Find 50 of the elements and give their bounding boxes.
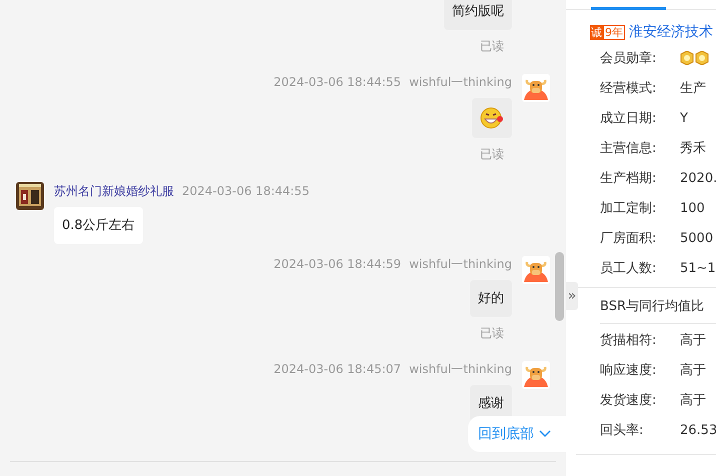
- chevron-down-icon: [539, 430, 551, 438]
- field-label: 发货速度:: [600, 392, 658, 409]
- field-label: 员工人数:: [600, 260, 658, 277]
- field-label: 主营信息:: [600, 140, 658, 157]
- years-badge: 9年: [603, 24, 625, 40]
- emoji-icon: [480, 106, 504, 130]
- read-status: 已读: [480, 146, 504, 162]
- field-label: 厂房面积:: [600, 230, 658, 247]
- field-value: 100: [680, 200, 705, 216]
- read-status: 已读: [480, 38, 504, 54]
- message-time: 2024-03-06 18:44:59: [274, 256, 402, 272]
- message-bubble: 好的: [470, 280, 512, 317]
- field-value: 高于: [680, 392, 706, 409]
- read-status: 已读: [480, 325, 504, 341]
- company-name[interactable]: 淮安经济技术: [629, 23, 713, 41]
- field-value: 高于: [680, 362, 706, 379]
- field-label: 生产档期:: [600, 170, 658, 187]
- avatar-icon: [522, 74, 550, 102]
- section-title: BSR与同行均值比: [600, 288, 716, 324]
- jump-to-bottom-button[interactable]: 回到底部: [468, 416, 566, 452]
- avatar-icon: [522, 256, 550, 284]
- message-time: 2024-03-06 18:44:55: [182, 183, 310, 199]
- field-value: 高于: [680, 332, 706, 349]
- message-time: 2024-03-06 18:45:07: [274, 361, 402, 377]
- medal-icon: [680, 51, 710, 65]
- sender-name: wishful一thinking: [409, 74, 512, 90]
- field-value: 生产: [680, 80, 706, 97]
- field-value: 26.53: [680, 422, 716, 438]
- message-bubble: 0.8公斤左右: [54, 207, 143, 244]
- field-value: 秀禾: [680, 140, 706, 157]
- message-bubble: 简约版呢: [444, 0, 512, 30]
- field-label: 经营模式:: [600, 80, 658, 97]
- field-value: 2020.: [680, 170, 716, 186]
- expand-button[interactable]: »: [566, 282, 578, 310]
- field-label: 会员勋章:: [600, 50, 658, 67]
- field-value: Y: [680, 110, 688, 126]
- sender-name: wishful一thinking: [409, 256, 512, 272]
- sender-name: wishful一thinking: [409, 361, 512, 377]
- field-value: 51~1: [680, 260, 716, 276]
- integrity-badge: 诚: [590, 24, 603, 40]
- field-label: 回头率:: [600, 422, 644, 439]
- field-value: 5000: [680, 230, 714, 246]
- field-label: 货描相符:: [600, 332, 658, 349]
- field-label: 响应速度:: [600, 362, 658, 379]
- message-time: 2024-03-06 18:44:55: [274, 74, 402, 90]
- field-label: 成立日期:: [600, 110, 658, 127]
- scrollbar[interactable]: [555, 252, 564, 321]
- sender-name: 苏州名门新娘婚纱礼服: [54, 183, 174, 199]
- field-label: 加工定制:: [600, 200, 658, 217]
- avatar-icon: [522, 361, 550, 389]
